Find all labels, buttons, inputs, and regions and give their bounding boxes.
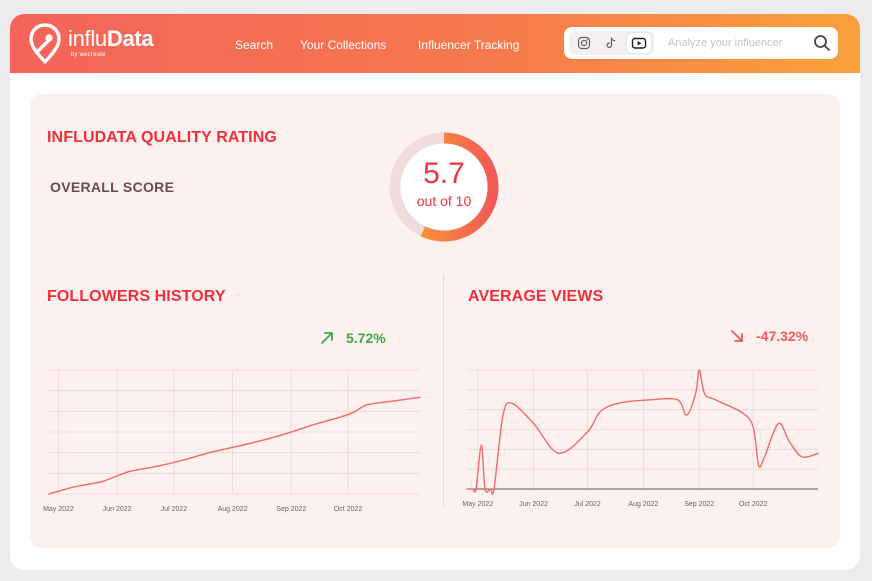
nav-search[interactable]: Search bbox=[235, 38, 273, 52]
x-tick-label: Jun 2022 bbox=[103, 506, 132, 513]
influencer-search-input[interactable] bbox=[668, 35, 804, 51]
followers-history-chart: May 2022 Jun 2022 Jul 2022 Aug 2022 Sep 2022… bbox=[43, 369, 421, 513]
influencer-search-bar bbox=[564, 27, 838, 59]
x-tick-label: Jun 2022 bbox=[519, 501, 548, 508]
infludata-logo-icon[interactable] bbox=[28, 22, 62, 64]
x-tick-label: Oct 2022 bbox=[334, 506, 363, 513]
platform-tiktok-button[interactable] bbox=[599, 33, 623, 53]
followers-change-value: 5.72% bbox=[346, 330, 386, 346]
nav-influencer-tracking[interactable]: Influencer Tracking bbox=[418, 38, 519, 52]
brand-tagline: by wecreate bbox=[71, 52, 106, 58]
score-out-of: out of 10 bbox=[416, 193, 472, 209]
nav-your-collections[interactable]: Your Collections bbox=[300, 38, 386, 52]
x-tick-label: Aug 2022 bbox=[218, 506, 248, 513]
followers-history-title: FOLLOWERS HISTORY bbox=[47, 288, 226, 305]
quality-rating-title: INFLUDATA QUALITY RATING bbox=[47, 129, 277, 146]
average-views-title: AVERAGE VIEWS bbox=[468, 288, 604, 305]
x-tick-label: Jul 2022 bbox=[161, 506, 188, 513]
search-icon[interactable] bbox=[812, 33, 832, 53]
brand-name-bold: Data bbox=[106, 26, 154, 51]
score-gauge: 5.7 out of 10 bbox=[388, 131, 500, 243]
overall-score-label: OVERALL SCORE bbox=[50, 179, 175, 195]
x-tick-label: Sep 2022 bbox=[276, 506, 306, 513]
trend-up-arrow-icon bbox=[321, 332, 333, 344]
followers-change: 5.72% bbox=[320, 330, 386, 346]
platform-switcher bbox=[569, 31, 654, 55]
instagram-icon bbox=[577, 36, 591, 50]
score-value: 5.7 bbox=[423, 157, 465, 190]
series-line-followers-history bbox=[48, 396, 421, 495]
average-views-chart: May 2022 Jun 2022 Jul 2022 Aug 2022 Sep 2022… bbox=[462, 369, 819, 508]
x-tick-label: May 2022 bbox=[462, 501, 493, 508]
brand-name-light: influ bbox=[68, 26, 107, 51]
youtube-icon bbox=[631, 37, 647, 49]
views-change: -47.32% bbox=[730, 328, 808, 344]
tiktok-icon bbox=[606, 37, 616, 48]
x-tick-label: May 2022 bbox=[43, 506, 74, 513]
platform-youtube-button[interactable] bbox=[627, 33, 651, 53]
series-line-average-views bbox=[466, 369, 819, 495]
x-tick-label: Sep 2022 bbox=[684, 501, 714, 508]
trend-down-arrow-icon bbox=[731, 330, 743, 342]
analytics-panel: INFLUDATA QUALITY RATING OVERALL SCORE 5… bbox=[30, 94, 840, 548]
brand-name: influData bbox=[68, 26, 154, 51]
views-change-value: -47.32% bbox=[756, 328, 809, 344]
x-tick-label: Jul 2022 bbox=[574, 501, 601, 508]
x-tick-label: Oct 2022 bbox=[739, 501, 768, 508]
top-navigation-bar: influData by wecreate Search Your Collec… bbox=[10, 14, 860, 73]
platform-instagram-button[interactable] bbox=[572, 33, 596, 53]
x-tick-label: Aug 2022 bbox=[628, 501, 658, 508]
app-window: influData by wecreate Search Your Collec… bbox=[10, 14, 860, 570]
section-divider bbox=[443, 274, 444, 506]
